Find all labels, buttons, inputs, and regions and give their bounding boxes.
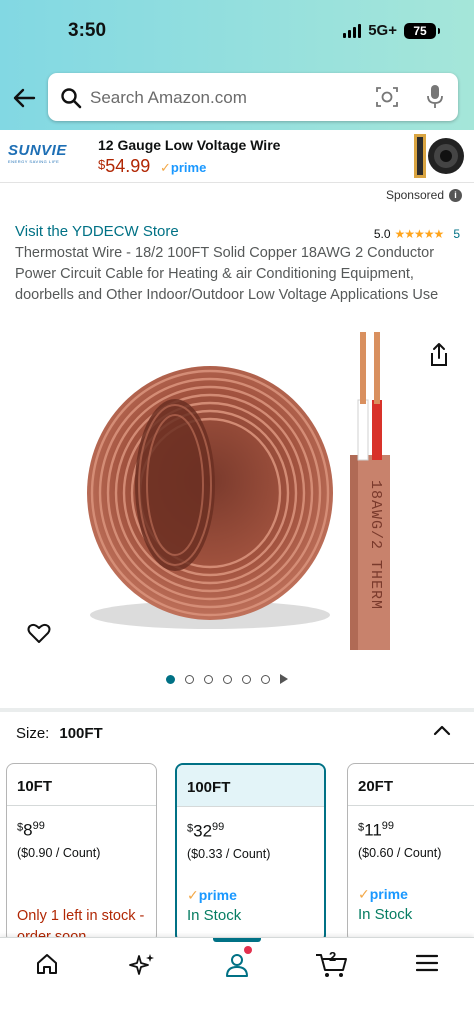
size-option-name: 100FT: [177, 765, 324, 807]
availability-in-stock: In Stock: [358, 906, 413, 923]
availability-in-stock: In Stock: [187, 907, 242, 924]
size-option-name: 20FT: [348, 764, 474, 806]
product-image[interactable]: 18AWG/2 THERM: [80, 330, 390, 655]
ai-sparkle-icon[interactable]: [128, 952, 156, 978]
carousel-dot[interactable]: [261, 674, 270, 684]
camera-scan-icon[interactable]: [375, 86, 399, 108]
size-option-price: $3299: [187, 821, 225, 841]
size-option-20ft[interactable]: 20FT $1199 ($0.60 / Count) ✓prime In Sto…: [347, 763, 474, 943]
sponsored-label[interactable]: Sponsored i: [386, 188, 462, 202]
active-tab-indicator: [213, 938, 261, 942]
status-time: 3:50: [68, 20, 107, 41]
network-type: 5G+: [368, 22, 397, 39]
carousel-dot[interactable]: [185, 674, 194, 684]
prime-badge: ✓prime: [358, 886, 408, 902]
search-bar[interactable]: Search Amazon.com: [48, 73, 458, 121]
search-icon: [61, 88, 82, 109]
carousel-dot[interactable]: [223, 674, 232, 684]
section-divider: [0, 708, 474, 712]
size-selector-header[interactable]: Size: 100FT: [16, 725, 103, 742]
banner-price: $54.99: [98, 156, 151, 176]
header: 3:50 5G+ 75 Search Amazon.com: [0, 0, 474, 130]
account-icon[interactable]: [225, 952, 249, 978]
size-label: Size:: [16, 725, 50, 742]
unit-price: ($0.90 / Count): [17, 846, 101, 860]
size-option-100ft[interactable]: 100FT $3299 ($0.33 / Count) ✓prime In St…: [175, 763, 326, 943]
battery-icon: 75: [404, 22, 440, 39]
star-rating-icon: ★★★★★: [394, 227, 445, 241]
carousel-dot[interactable]: [166, 674, 175, 684]
carousel-dot[interactable]: [204, 674, 213, 684]
status-bar-icons: 5G+ 75: [343, 22, 440, 39]
microphone-icon[interactable]: [426, 84, 444, 110]
home-icon[interactable]: [35, 952, 59, 976]
store-link[interactable]: Visit the YDDECW Store: [15, 223, 179, 240]
prime-badge: ✓prime: [160, 160, 207, 175]
rating-count[interactable]: 5: [453, 227, 460, 241]
size-option-10ft[interactable]: 10FT $899 ($0.90 / Count) Only 1 left in…: [6, 763, 157, 943]
cart-count: 2: [329, 949, 337, 964]
selected-size: 100FT: [59, 725, 103, 742]
rating[interactable]: 5.0 ★★★★★ 5: [374, 227, 460, 241]
wishlist-heart-icon[interactable]: [27, 622, 51, 644]
video-play-icon[interactable]: [280, 674, 288, 684]
notification-dot: [244, 946, 252, 954]
signal-icon: [343, 23, 362, 38]
brand-logo: SUNVIE ENERGY SAVING LIFE: [8, 142, 67, 164]
size-option-price: $899: [17, 820, 45, 840]
product-title: Thermostat Wire - 18/2 100FT Solid Coppe…: [15, 245, 439, 303]
image-carousel-dots[interactable]: [166, 674, 288, 684]
size-option-name: 10FT: [7, 764, 156, 806]
sponsored-banner[interactable]: SUNVIE ENERGY SAVING LIFE 12 Gauge Low V…: [0, 130, 474, 183]
menu-icon[interactable]: [416, 952, 438, 974]
unit-price: ($0.33 / Count): [187, 847, 271, 861]
carousel-dot[interactable]: [242, 674, 251, 684]
banner-product-image: [414, 134, 464, 178]
cable-print-text: 18AWG/2 THERM: [367, 480, 384, 610]
info-icon[interactable]: i: [449, 188, 462, 202]
chevron-up-icon[interactable]: [432, 723, 452, 737]
search-input[interactable]: Search Amazon.com: [90, 88, 247, 108]
share-icon[interactable]: [428, 342, 450, 368]
banner-title: 12 Gauge Low Voltage Wire: [98, 137, 281, 153]
size-option-price: $1199: [358, 820, 395, 840]
prime-badge: ✓prime: [187, 887, 237, 903]
bottom-nav: 2: [0, 937, 474, 1028]
rating-value: 5.0: [373, 227, 391, 241]
unit-price: ($0.60 / Count): [358, 846, 442, 860]
back-arrow-icon[interactable]: [10, 84, 38, 112]
